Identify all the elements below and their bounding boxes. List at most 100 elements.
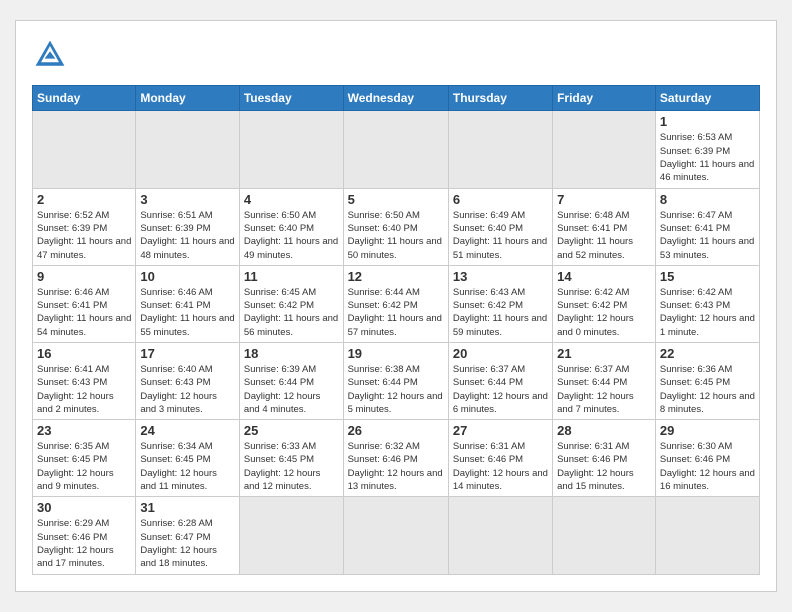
day-info: Sunrise: 6:46 AMSunset: 6:41 PMDaylight:… (37, 286, 131, 339)
week-row-3: 16Sunrise: 6:41 AMSunset: 6:43 PMDayligh… (33, 343, 760, 420)
day-number: 8 (660, 192, 755, 207)
day-info: Sunrise: 6:49 AMSunset: 6:40 PMDaylight:… (453, 209, 548, 262)
day-number: 17 (140, 346, 235, 361)
week-row-1: 2 Sunrise: 6:52 AMSunset: 6:39 PMDaylight… (33, 188, 760, 265)
day-info: Sunrise: 6:53 AMSunset: 6:39 PMDaylight:… (660, 131, 755, 184)
day-cell: 21 Sunrise: 6:37 AMSunset: 6:44 PMDayligh… (553, 343, 656, 420)
day-number: 23 (37, 423, 131, 438)
day-number: 19 (348, 346, 444, 361)
weekday-header-tuesday: Tuesday (239, 86, 343, 111)
weekday-header-thursday: Thursday (448, 86, 552, 111)
day-number: 27 (453, 423, 548, 438)
calendar-container: SundayMondayTuesdayWednesdayThursdayFrid… (15, 20, 777, 591)
day-cell: 19 Sunrise: 6:38 AMSunset: 6:44 PMDayligh… (343, 343, 448, 420)
day-cell: 31 Sunrise: 6:28 AMSunset: 6:47 PMDayligh… (136, 497, 240, 574)
day-number: 18 (244, 346, 339, 361)
day-number: 14 (557, 269, 651, 284)
logo-icon (32, 37, 68, 73)
day-number: 6 (453, 192, 548, 207)
day-info: Sunrise: 6:35 AMSunset: 6:45 PMDaylight:… (37, 440, 131, 493)
day-number: 13 (453, 269, 548, 284)
day-info: Sunrise: 6:42 AMSunset: 6:42 PMDaylight:… (557, 286, 651, 339)
day-cell (239, 111, 343, 188)
day-cell (553, 497, 656, 574)
day-cell: 30 Sunrise: 6:29 AMSunset: 6:46 PMDayligh… (33, 497, 136, 574)
day-cell: 23 Sunrise: 6:35 AMSunset: 6:45 PMDayligh… (33, 420, 136, 497)
day-cell (655, 497, 759, 574)
day-cell (136, 111, 240, 188)
day-info: Sunrise: 6:52 AMSunset: 6:39 PMDaylight:… (37, 209, 131, 262)
weekday-header-wednesday: Wednesday (343, 86, 448, 111)
day-cell: 25Sunrise: 6:33 AMSunset: 6:45 PMDayligh… (239, 420, 343, 497)
day-cell: 20Sunrise: 6:37 AMSunset: 6:44 PMDayligh… (448, 343, 552, 420)
day-number: 1 (660, 114, 755, 129)
day-cell: 27 Sunrise: 6:31 AMSunset: 6:46 PMDayligh… (448, 420, 552, 497)
day-cell: 29 Sunrise: 6:30 AMSunset: 6:46 PMDayligh… (655, 420, 759, 497)
day-cell: 10Sunrise: 6:46 AMSunset: 6:41 PMDayligh… (136, 265, 240, 342)
weekday-header-saturday: Saturday (655, 86, 759, 111)
day-cell: 22Sunrise: 6:36 AMSunset: 6:45 PMDayligh… (655, 343, 759, 420)
day-number: 26 (348, 423, 444, 438)
day-number: 21 (557, 346, 651, 361)
week-row-0: 1 Sunrise: 6:53 AMSunset: 6:39 PMDaylight… (33, 111, 760, 188)
day-cell: 24 Sunrise: 6:34 AMSunset: 6:45 PMDayligh… (136, 420, 240, 497)
day-number: 31 (140, 500, 235, 515)
day-cell (553, 111, 656, 188)
day-info: Sunrise: 6:44 AMSunset: 6:42 PMDaylight:… (348, 286, 444, 339)
day-cell: 8 Sunrise: 6:47 AMSunset: 6:41 PMDaylight… (655, 188, 759, 265)
day-info: Sunrise: 6:47 AMSunset: 6:41 PMDaylight:… (660, 209, 755, 262)
day-cell: 11Sunrise: 6:45 AMSunset: 6:42 PMDayligh… (239, 265, 343, 342)
day-info: Sunrise: 6:34 AMSunset: 6:45 PMDaylight:… (140, 440, 235, 493)
calendar-grid: SundayMondayTuesdayWednesdayThursdayFrid… (32, 85, 760, 574)
day-number: 15 (660, 269, 755, 284)
day-info: Sunrise: 6:42 AMSunset: 6:43 PMDaylight:… (660, 286, 755, 339)
day-cell: 17 Sunrise: 6:40 AMSunset: 6:43 PMDayligh… (136, 343, 240, 420)
day-number: 24 (140, 423, 235, 438)
day-info: Sunrise: 6:37 AMSunset: 6:44 PMDaylight:… (557, 363, 651, 416)
weekday-header-monday: Monday (136, 86, 240, 111)
weekday-header-sunday: Sunday (33, 86, 136, 111)
day-number: 28 (557, 423, 651, 438)
day-cell (33, 111, 136, 188)
day-number: 30 (37, 500, 131, 515)
day-info: Sunrise: 6:31 AMSunset: 6:46 PMDaylight:… (453, 440, 548, 493)
day-info: Sunrise: 6:28 AMSunset: 6:47 PMDaylight:… (140, 517, 235, 570)
day-number: 2 (37, 192, 131, 207)
day-number: 25 (244, 423, 339, 438)
day-cell: 13 Sunrise: 6:43 AMSunset: 6:42 PMDayligh… (448, 265, 552, 342)
day-cell: 15 Sunrise: 6:42 AMSunset: 6:43 PMDayligh… (655, 265, 759, 342)
day-info: Sunrise: 6:37 AMSunset: 6:44 PMDaylight:… (453, 363, 548, 416)
logo (32, 37, 74, 73)
day-number: 5 (348, 192, 444, 207)
day-cell: 28Sunrise: 6:31 AMSunset: 6:46 PMDayligh… (553, 420, 656, 497)
day-cell: 18 Sunrise: 6:39 AMSunset: 6:44 PMDayligh… (239, 343, 343, 420)
day-info: Sunrise: 6:46 AMSunset: 6:41 PMDaylight:… (140, 286, 235, 339)
day-number: 3 (140, 192, 235, 207)
day-number: 29 (660, 423, 755, 438)
day-info: Sunrise: 6:38 AMSunset: 6:44 PMDaylight:… (348, 363, 444, 416)
day-info: Sunrise: 6:41 AMSunset: 6:43 PMDaylight:… (37, 363, 131, 416)
day-info: Sunrise: 6:43 AMSunset: 6:42 PMDaylight:… (453, 286, 548, 339)
day-number: 11 (244, 269, 339, 284)
day-info: Sunrise: 6:39 AMSunset: 6:44 PMDaylight:… (244, 363, 339, 416)
day-number: 22 (660, 346, 755, 361)
day-cell: 5Sunrise: 6:50 AMSunset: 6:40 PMDaylight… (343, 188, 448, 265)
day-cell: 14 Sunrise: 6:42 AMSunset: 6:42 PMDayligh… (553, 265, 656, 342)
day-number: 4 (244, 192, 339, 207)
day-cell: 26Sunrise: 6:32 AMSunset: 6:46 PMDayligh… (343, 420, 448, 497)
header (32, 37, 760, 73)
day-info: Sunrise: 6:51 AMSunset: 6:39 PMDaylight:… (140, 209, 235, 262)
day-info: Sunrise: 6:30 AMSunset: 6:46 PMDaylight:… (660, 440, 755, 493)
day-cell: 2 Sunrise: 6:52 AMSunset: 6:39 PMDaylight… (33, 188, 136, 265)
day-cell: 6 Sunrise: 6:49 AMSunset: 6:40 PMDaylight… (448, 188, 552, 265)
day-info: Sunrise: 6:29 AMSunset: 6:46 PMDaylight:… (37, 517, 131, 570)
day-number: 9 (37, 269, 131, 284)
day-info: Sunrise: 6:40 AMSunset: 6:43 PMDaylight:… (140, 363, 235, 416)
day-number: 7 (557, 192, 651, 207)
day-cell (448, 497, 552, 574)
day-info: Sunrise: 6:48 AMSunset: 6:41 PMDaylight:… (557, 209, 651, 262)
weekday-header-row: SundayMondayTuesdayWednesdayThursdayFrid… (33, 86, 760, 111)
weekday-header-friday: Friday (553, 86, 656, 111)
day-cell: 9 Sunrise: 6:46 AMSunset: 6:41 PMDaylight… (33, 265, 136, 342)
day-number: 12 (348, 269, 444, 284)
